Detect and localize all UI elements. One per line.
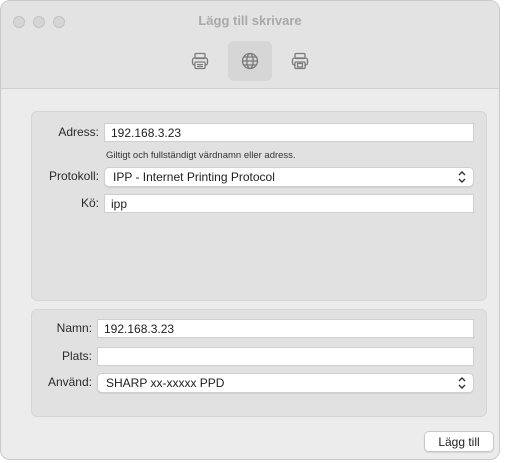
toolbar [1, 41, 499, 81]
address-label: Adress: [58, 125, 99, 139]
add-button[interactable]: Lägg till [424, 431, 494, 452]
name-label: Namn: [56, 321, 92, 335]
tab-default-printer[interactable] [178, 41, 222, 81]
globe-icon [241, 52, 259, 70]
protocol-row: Protokoll: IPP - Internet Printing Proto… [32, 167, 486, 187]
driver-select[interactable]: SHARP xx-xxxxx PPD [97, 373, 474, 393]
location-label: Plats: [61, 349, 92, 363]
location-input[interactable] [97, 347, 474, 366]
location-row: Plats: [32, 347, 486, 367]
printer-icon [191, 52, 209, 70]
use-label: Använd: [47, 375, 92, 389]
add-printer-window: Lägg till skrivare Adress: 192.168.3.23 … [0, 0, 500, 460]
titlebar: Lägg till skrivare [1, 1, 499, 89]
connection-group: Adress: 192.168.3.23 Giltigt och fullstä… [31, 111, 487, 301]
details-group: Namn: 192.168.3.23 Plats: Använd: SHARP … [31, 309, 487, 417]
windows-printer-icon [291, 52, 309, 70]
use-row: Använd: SHARP xx-xxxxx PPD [32, 373, 486, 393]
tab-windows-printer[interactable] [278, 41, 322, 81]
protocol-label: Protokoll: [48, 169, 99, 183]
name-row: Namn: 192.168.3.23 [32, 319, 486, 339]
name-input[interactable]: 192.168.3.23 [97, 319, 474, 338]
tab-ip-printer[interactable] [228, 41, 272, 81]
window-title: Lägg till skrivare [198, 13, 302, 28]
protocol-select[interactable]: IPP - Internet Printing Protocol [104, 167, 474, 187]
queue-row: Kö: ipp [32, 194, 486, 214]
queue-input[interactable]: ipp [104, 194, 474, 213]
driver-select-value: SHARP xx-xxxxx PPD [106, 376, 225, 390]
address-hint: Giltigt och fullständigt värdnamn eller … [106, 150, 296, 161]
chevron-updown-icon [458, 171, 466, 183]
chevron-updown-icon [458, 377, 466, 389]
address-row: Adress: 192.168.3.23 [32, 123, 486, 143]
queue-label: Kö: [80, 196, 99, 210]
address-input[interactable]: 192.168.3.23 [104, 123, 474, 142]
protocol-select-value: IPP - Internet Printing Protocol [113, 170, 275, 184]
